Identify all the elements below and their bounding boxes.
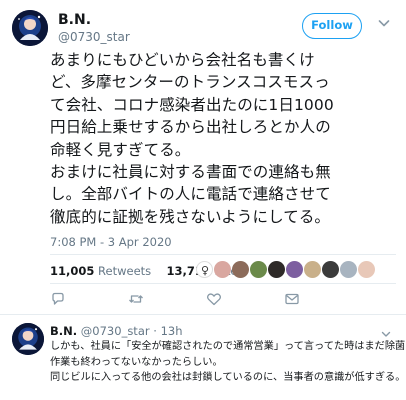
message-icon[interactable] bbox=[284, 291, 300, 307]
chevron-down-icon[interactable] bbox=[376, 15, 392, 31]
liker-avatar[interactable] bbox=[232, 261, 249, 278]
liker-avatar[interactable] bbox=[250, 261, 267, 278]
reply-text-line: しかも、社員に「安全が確認されたので通常営業」って言ってた時はまだ除菌 bbox=[50, 341, 406, 352]
reply-time[interactable]: 13h bbox=[161, 324, 183, 338]
divider bbox=[50, 254, 396, 255]
liker-avatar[interactable]: ♀ bbox=[196, 261, 213, 278]
like-icon[interactable] bbox=[206, 291, 222, 307]
follow-button[interactable]: Follow bbox=[302, 13, 362, 39]
reply-icon[interactable] bbox=[50, 291, 66, 307]
liker-avatar[interactable] bbox=[304, 261, 321, 278]
tweet-text-line: 徹底的に証拠を残さないようにしてる。 bbox=[50, 207, 331, 226]
liker-avatar[interactable] bbox=[214, 261, 231, 278]
svg-text:♀: ♀ bbox=[201, 264, 209, 277]
reply-author-avatar[interactable] bbox=[12, 323, 44, 355]
tweet-text-line: あまりにもひどいから会社名も書くけ bbox=[50, 51, 315, 69]
tweet-text-line: 円日給上乗せするから出社しろとか人の bbox=[50, 118, 331, 137]
divider bbox=[50, 283, 396, 284]
tweet-text-line: おまけに社員に対する書面での連絡も無 bbox=[50, 163, 331, 182]
tweet-text-line: 命軽く見すぎてる。 bbox=[50, 140, 191, 159]
retweet-icon[interactable] bbox=[128, 291, 144, 307]
retweets-count[interactable]: 11,005 bbox=[50, 264, 94, 278]
chevron-down-icon[interactable] bbox=[380, 325, 392, 337]
liker-avatar[interactable] bbox=[340, 261, 357, 278]
author-avatar[interactable] bbox=[12, 10, 48, 46]
reply-handle[interactable]: @0730_star bbox=[81, 324, 150, 338]
tweet-text-line: ど、多摩センターのトランスコスモスっ bbox=[50, 73, 330, 92]
liker-avatar[interactable] bbox=[322, 261, 339, 278]
liker-avatar[interactable] bbox=[358, 261, 375, 278]
liker-avatar[interactable] bbox=[286, 261, 303, 278]
reply-tweet[interactable]: B.N. @0730_star · 13h しかも、社員に「安全が確認されたので… bbox=[0, 315, 406, 400]
tweet-text: あまりにもひどいから会社名も書くけ ど、多摩センターのトランスコスモスっ て会社… bbox=[50, 49, 396, 228]
reply-text: しかも、社員に「安全が確認されたので通常営業」って言ってた時はまだ除菌 作業も終… bbox=[50, 339, 406, 386]
tweet: B.N. @0730_star Follow あまりにもひどいから会社名も書くけ… bbox=[0, 0, 406, 315]
tweet-timestamp[interactable]: 7:08 PM - 3 Apr 2020 bbox=[50, 235, 172, 249]
reply-separator: · bbox=[153, 324, 157, 338]
tweet-text-line: て会社、コロナ感染者出たのに1日1000 bbox=[50, 95, 334, 114]
reply-header: B.N. @0730_star · 13h bbox=[50, 324, 182, 338]
reply-display-name[interactable]: B.N. bbox=[50, 324, 77, 338]
liker-avatar[interactable] bbox=[268, 261, 285, 278]
reply-text-line: 作業も終わってないなかったらしい。 bbox=[50, 356, 223, 368]
tweet-text-line: し。全部バイトの人に電話で連絡させて bbox=[50, 185, 331, 204]
reply-text-line: 同じビルに入ってる他の会社は封鎖しているのに、当事者の意識が低すぎる。 bbox=[50, 372, 406, 384]
retweets-label[interactable]: Retweets bbox=[98, 264, 151, 278]
